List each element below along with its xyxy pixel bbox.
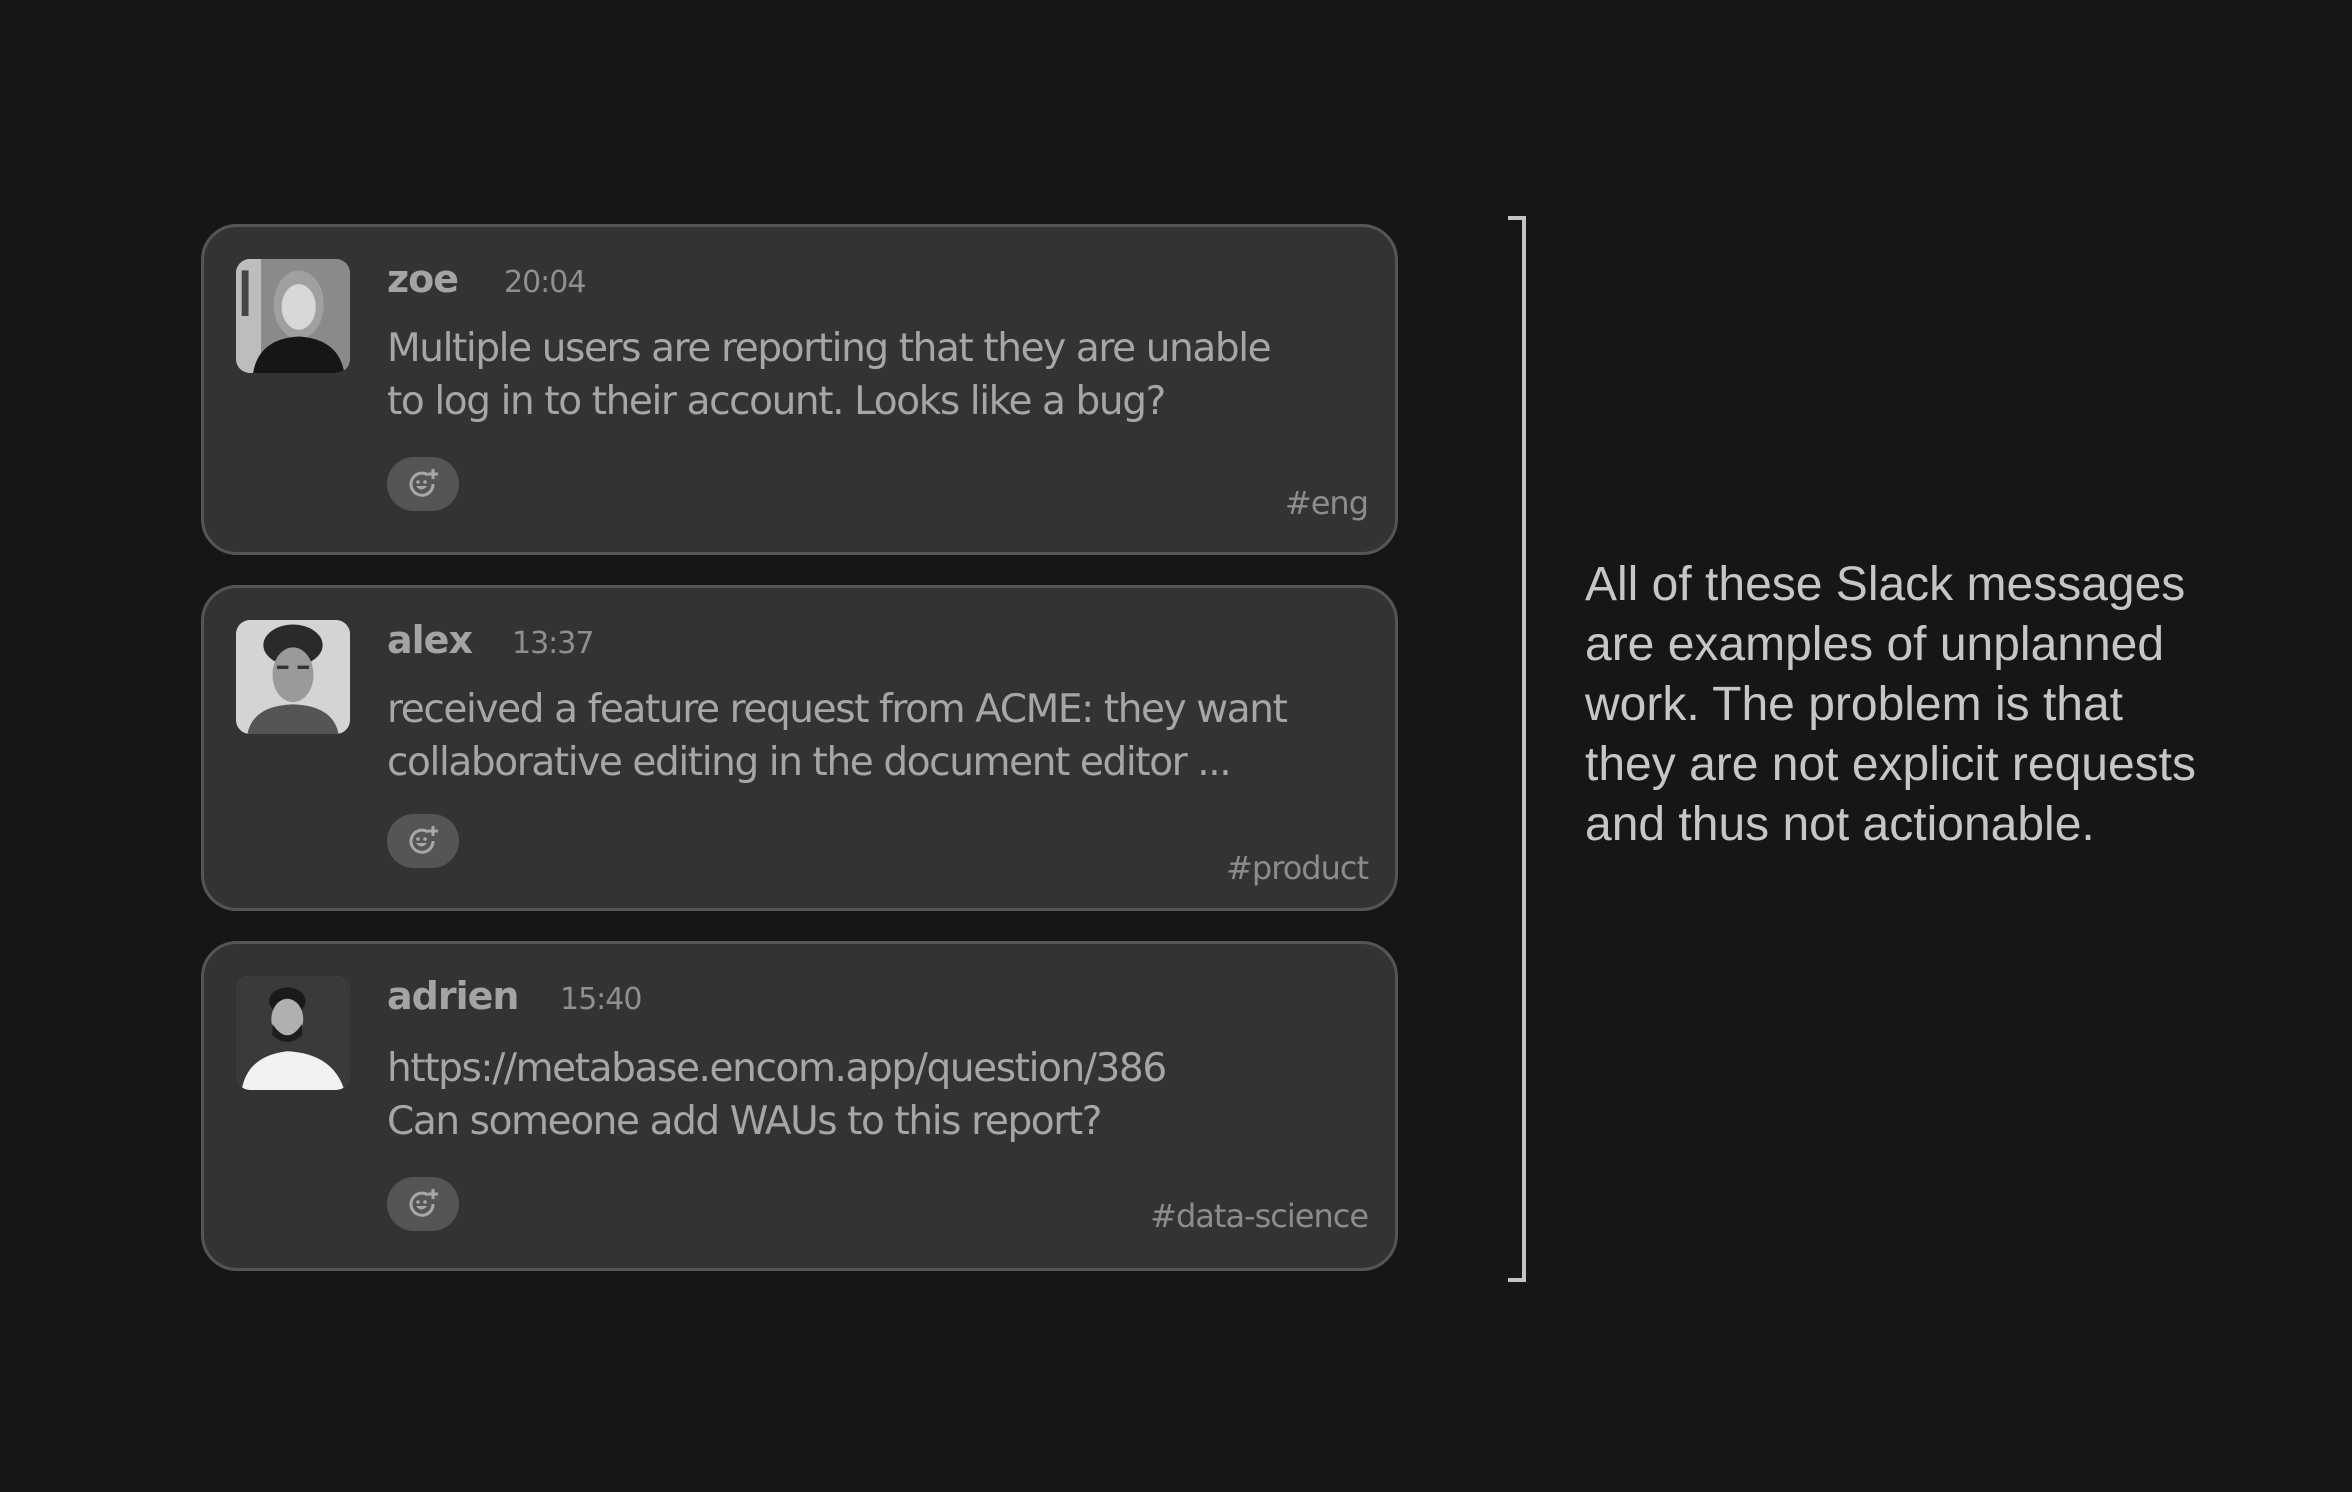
avatar-photo-icon <box>236 976 350 1090</box>
annotation-text: All of these Slack messages are examples… <box>1585 558 2196 851</box>
add-reaction-icon <box>409 826 438 854</box>
author-name[interactable]: alex <box>387 618 473 662</box>
avatar-photo-icon <box>236 259 350 373</box>
channel-tag[interactable]: #eng <box>1285 484 1369 522</box>
author-name[interactable]: zoe <box>387 257 459 301</box>
add-reaction-icon <box>409 469 438 497</box>
message-timestamp[interactable]: 20:04 <box>504 265 586 300</box>
message-card[interactable]: zoe 20:04 Multiple users are reporting t… <box>201 224 1398 555</box>
add-reaction-icon <box>409 1189 438 1217</box>
add-reaction-button[interactable] <box>387 814 459 868</box>
add-reaction-button[interactable] <box>387 457 459 511</box>
message-timestamp[interactable]: 15:40 <box>560 982 642 1017</box>
avatar[interactable] <box>236 976 350 1090</box>
channel-tag[interactable]: #data-science <box>1150 1197 1369 1235</box>
add-reaction-button[interactable] <box>387 1177 459 1231</box>
channel-tag[interactable]: #product <box>1226 849 1369 887</box>
avatar-photo-icon <box>236 620 350 734</box>
author-name[interactable]: adrien <box>387 974 519 1018</box>
message-text: https://metabase.encom.app/question/386 … <box>387 1046 1167 1144</box>
grouping-bracket <box>1508 216 1526 1282</box>
avatar[interactable] <box>236 259 350 373</box>
message-card[interactable]: alex 13:37 received a feature request fr… <box>201 585 1398 911</box>
message-card[interactable]: adrien 15:40 https://metabase.encom.app/… <box>201 941 1398 1271</box>
message-timestamp[interactable]: 13:37 <box>512 626 594 661</box>
message-text: Multiple users are reporting that they a… <box>387 326 1272 424</box>
message-text: received a feature request from ACME: th… <box>387 687 1288 785</box>
avatar[interactable] <box>236 620 350 734</box>
